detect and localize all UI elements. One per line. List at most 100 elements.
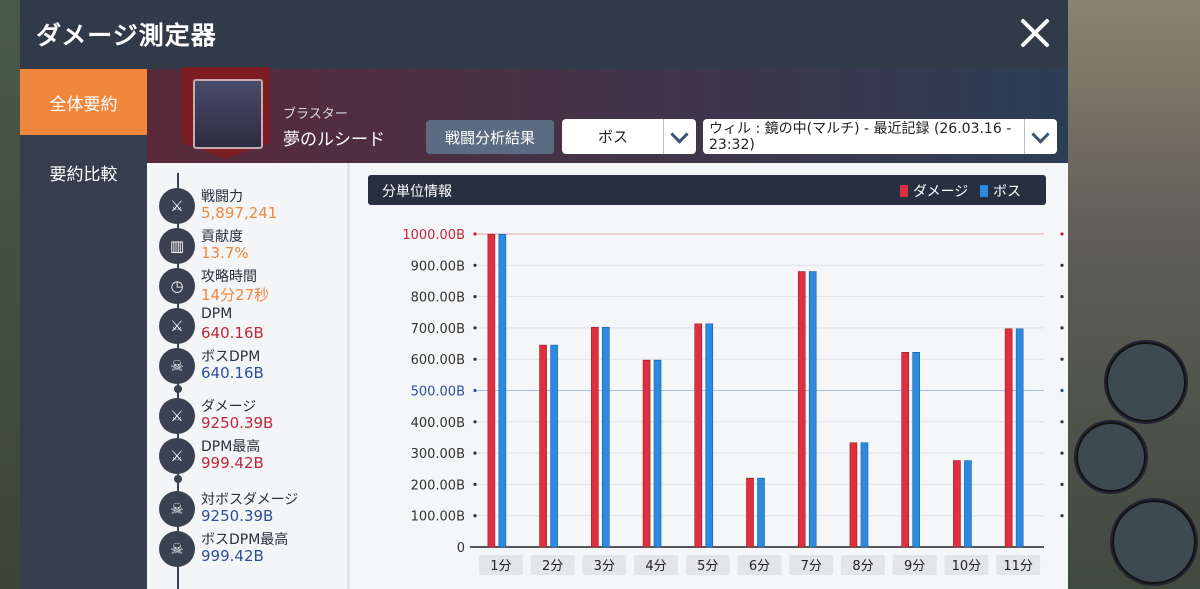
stat-value: 13.7% [201,244,249,262]
stat-label: 対ボスダメージ [201,492,299,508]
tick-dot [473,263,477,267]
tick-dot [1060,482,1064,486]
stat-label: DPM [201,306,233,322]
game-background-right [1068,0,1200,589]
chevron-down-icon[interactable] [1024,119,1057,154]
bar-boss [550,344,558,548]
crossed-swords-icon: ⚔ [159,188,195,224]
record-select-value: ウィル : 鏡の中(マルチ) - 最近記録 (26.03.16 - 23:32) [709,120,1012,153]
sidebar: 全体要約 要約比較 [20,69,147,589]
stat-label: ボスDPM [201,349,261,365]
sidebar-item-summary[interactable]: 全体要約 [20,69,147,135]
stat-item: ▥ 貢献度 13.7% [159,226,349,266]
x-tick-label: 9分 [904,559,925,574]
bar-boss [602,326,610,548]
stat-item: ☠ ボスDPM最高 999.42B [159,529,349,569]
x-tick-label: 11分 [1003,559,1033,574]
x-tick-label: 1分 [490,559,511,574]
tick-dot [1060,326,1064,330]
sidebar-item-label: 要約比較 [49,164,118,185]
bar-damage [746,477,754,548]
tick-dot [473,420,477,424]
bar-boss [498,234,507,548]
tick-dot [473,357,477,361]
bar-boss [653,359,662,548]
sidebar-item-compare[interactable]: 要約比較 [20,139,147,205]
timeline-dot [174,475,182,483]
y-tick-label: 300.00B [411,447,465,462]
tick-dot [1060,514,1064,518]
tick-dot [473,326,477,330]
stat-value: 640.16B [201,364,264,382]
bar-damage [591,326,599,548]
stat-label: ボスDPM最高 [201,532,289,548]
avatar [193,79,263,149]
stat-label: DPM最高 [201,439,261,455]
stat-value: 5,897,241 [201,204,278,222]
chevron-down-icon[interactable] [663,119,696,154]
tick-dot [473,388,477,393]
bar-boss [808,271,817,548]
character-job: ブラスター [283,107,348,122]
bar-damage [797,271,806,548]
x-tick-label: 6分 [749,559,770,574]
stat-value: 640.16B [201,324,264,342]
x-tick-label: 8分 [852,559,873,574]
stat-item: ◷ 攻略時間 14分27秒 [159,266,349,306]
bar-boss [912,352,920,548]
stat-value: 14分27秒 [201,286,270,304]
bar-damage [642,359,651,548]
y-tick-label: 100.00B [411,510,465,525]
bar-boss [860,442,869,548]
sidebar-item-label: 全体要約 [49,94,118,115]
y-tick-label: 900.00B [411,259,465,274]
stat-item: ⚔ 戦闘力 5,897,241 [159,186,349,226]
character-header: ブラスター 夢のルシード 戦闘分析結果 ボス ウィル : 鏡の中(マルチ) - … [147,67,1068,163]
timeline-dot [174,385,182,393]
stat-value: 999.42B [201,454,264,472]
stat-item: ⚔ DPM最高 999.42B [159,436,349,476]
analysis-result-button[interactable]: 戦闘分析結果 [426,120,554,154]
x-tick-label: 2分 [542,559,563,574]
tick-dot [1060,232,1064,236]
bar-damage [487,234,496,548]
skull-icon: ☠ [159,491,195,527]
stat-value: 9250.39B [201,507,274,525]
chart-panel: 分単位情報 ダメージ ボス 0 100.00B 200.00B 300.00B 400.… [350,163,1068,589]
x-tick-label: 7分 [801,559,822,574]
tick-dot [473,451,477,455]
tick-dot [473,232,477,236]
bar-boss [757,477,765,548]
bar-chart-icon: ▥ [159,228,195,264]
stat-item: ⚔ ダメージ 9250.39B [159,396,349,436]
y-tick-label: 400.00B [411,416,465,431]
bar-damage [539,344,547,548]
x-tick-label: 3分 [594,559,615,574]
stat-item: ⚔ DPM 640.16B [159,306,349,346]
y-tick-label: 0 [457,541,465,556]
stat-item: ☠ ボスDPM 640.16B [159,346,349,386]
bar-boss [964,460,972,548]
close-icon[interactable] [1016,14,1054,52]
tick-dot [1060,263,1064,267]
tick-dot [1060,451,1064,455]
x-tick-label: 4分 [645,559,666,574]
tick-dot [473,295,477,299]
record-select[interactable]: ウィル : 鏡の中(マルチ) - 最近記録 (26.03.16 - 23:32) [703,119,1057,154]
stat-label: 戦闘力 [201,189,243,205]
stat-item: ☠ 対ボスダメージ 9250.39B [159,489,349,529]
character-name: 夢のルシード [283,130,385,150]
skull-up-icon: ☠ [159,531,195,567]
stat-label: 攻略時間 [201,269,257,285]
damage-meter-window: ダメージ測定器 全体要約 要約比較 ブラスター 夢のルシード 戦闘分析結果 ボス… [20,0,1068,589]
tick-dot [1060,420,1064,424]
stat-label: ダメージ [201,399,257,415]
target-select[interactable]: ボス [562,119,696,154]
x-tick-label: 5分 [697,559,718,574]
title-bar: ダメージ測定器 [20,0,1068,69]
y-tick-label: 700.00B [411,322,465,337]
tick-dot [473,482,477,486]
stat-value: 999.42B [201,547,264,565]
stat-value: 9250.39B [201,414,274,432]
bar-boss [705,323,714,548]
